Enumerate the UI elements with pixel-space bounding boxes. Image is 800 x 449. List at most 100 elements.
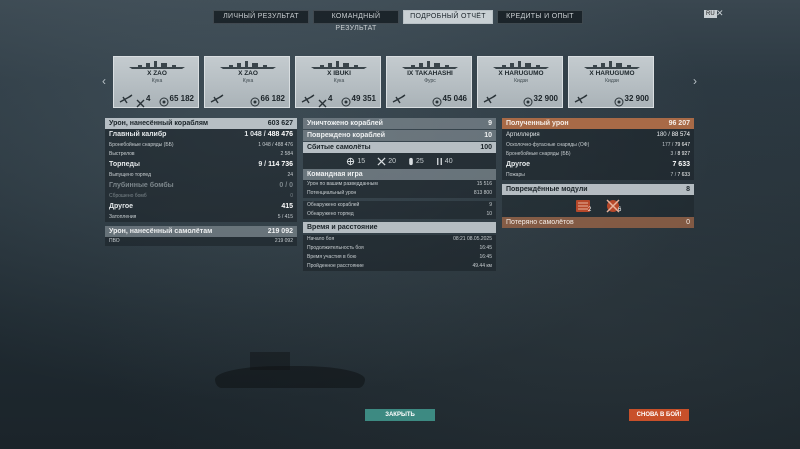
- ship-card[interactable]: X IBUKI Кука 4 49 351: [295, 56, 381, 108]
- r-ap-shells-label: Бронебойные снаряды (ББ): [506, 151, 571, 157]
- spotted-ships-label: Обнаружено кораблей: [307, 202, 360, 208]
- plane-icon: [210, 94, 224, 104]
- ship-name: IX TAKAHASHI: [407, 70, 453, 77]
- ship-silhouette-icon: [219, 60, 277, 69]
- damaged-value: 10: [484, 132, 492, 139]
- battle-duration-value: 16:45: [479, 245, 492, 251]
- fighter-icon: 20: [377, 156, 396, 166]
- distance-label: Пройденное расстояние: [307, 263, 364, 269]
- he-shells-row: Осколочно-фугасные снаряды (ОФ) 177 / 79 …: [502, 141, 694, 150]
- damage-icon: [250, 94, 260, 107]
- spotted-torps-value: 10: [486, 211, 492, 217]
- distance-row: Пройденное расстояние 49.44 км: [303, 262, 496, 271]
- fires-value: 7 / 7 633: [670, 172, 690, 178]
- ship-kills: 4: [328, 94, 333, 103]
- modules-header: Повреждённые модули 8: [502, 184, 694, 195]
- damage-icon: [159, 94, 169, 107]
- ship-card[interactable]: X ZAO Кука 66 182: [204, 56, 290, 108]
- spotting-damage-row: Урон по вашим разведданным 15 516: [303, 180, 496, 189]
- ships-damage-header: Урон, нанесённый кораблям 603 627: [105, 118, 297, 129]
- background-ship: [215, 366, 365, 388]
- background-ship-tower: [250, 352, 290, 370]
- damage-icon: [341, 94, 351, 107]
- ap-shells-label: Бронебойные снаряды (ББ): [109, 142, 174, 148]
- plane-icon: [301, 94, 315, 104]
- torpedoes-row: Торпеды 9 / 114 736: [105, 159, 297, 171]
- ship-damage: 66 182: [260, 94, 285, 103]
- depth-dropped-label: Сброшено бомб: [109, 193, 147, 199]
- fires-row: Пожары 7 / 7 633: [502, 171, 694, 180]
- ship-player: Кука: [151, 78, 163, 84]
- ship-name: X HARUGUMO: [498, 70, 544, 77]
- time-in-battle-label: Время участия в бою: [307, 254, 357, 260]
- tab-personal[interactable]: ЛИЧНЫЙ РЕЗУЛЬТАТ: [213, 10, 309, 24]
- tab-credits[interactable]: КРЕДИТЫ И ОПЫТ: [497, 10, 583, 24]
- fighter-count: 20: [388, 157, 396, 165]
- close-icon[interactable]: ✕: [716, 8, 724, 19]
- time-distance-label: Время и расстояние: [307, 224, 378, 231]
- flooding-label: Затопления: [109, 214, 137, 220]
- battle-start-label: Начало боя: [307, 236, 335, 242]
- torp-fired-row: Выпущено торпед 24: [105, 171, 297, 180]
- ship-name: X ZAO: [147, 70, 167, 77]
- lost-planes-value: 0: [686, 219, 690, 226]
- ap-shells-value: 1 048 / 488 476: [258, 142, 293, 148]
- ship-card[interactable]: X ZAO Кука 4 65 182: [113, 56, 199, 108]
- tab-bar: ЛИЧНЫЙ РЕЗУЛЬТАТ КОМАНДНЫЙ РЕЗУЛЬТАТ ПОД…: [213, 10, 583, 32]
- tab-team[interactable]: КОМАНДНЫЙ РЕЗУЛЬТАТ: [313, 10, 399, 32]
- plane-icon: [392, 94, 406, 104]
- battle-again-button[interactable]: СНОВА В БОЙ!: [629, 409, 689, 421]
- tab-detailed[interactable]: ПОДРОБНЫЙ ОТЧЁТ: [403, 10, 493, 24]
- main-battery-label: Главный калибр: [109, 131, 167, 138]
- damage-dealt-panel: Урон, нанесённый кораблям 603 627 Главный…: [105, 118, 297, 246]
- kills-icon: [318, 95, 327, 108]
- spotted-torps-label: Обнаружено торпед: [307, 211, 354, 217]
- ship-card[interactable]: X HARUGUMO Кидзи 32 900: [568, 56, 654, 108]
- kills-icon: [136, 95, 145, 108]
- ship-damage: 32 900: [624, 94, 649, 103]
- depth-dropped-row: Сброшено бомб 0: [105, 192, 297, 201]
- received-header: Полученный урон 96 207: [502, 118, 694, 129]
- ship-silhouette-icon: [492, 60, 550, 69]
- main-battery-row: Главный калибр 1 048 / 488 476: [105, 129, 297, 141]
- depth-label: Глубинные бомбы: [109, 182, 174, 189]
- ship-damage: 45 046: [442, 94, 467, 103]
- ship-card[interactable]: IX TAKAHASHI Фурс 45 046: [386, 56, 472, 108]
- he-shells-label: Осколочно-фугасные снаряды (ОФ): [506, 142, 590, 148]
- r-other-label: Другое: [506, 161, 531, 168]
- distance-value: 49.44 км: [472, 263, 492, 269]
- close-button[interactable]: ЗАКРЫТЬ: [365, 409, 435, 421]
- planes-damage-label: Урон, нанесённый самолётам: [109, 228, 213, 235]
- planes-down-row: Сбитые самолёты 100: [303, 142, 496, 153]
- torpedoes-dmg: 114 736: [268, 161, 293, 168]
- planes-damage-value: 219 092: [267, 228, 293, 235]
- rocket-icon: 40: [436, 157, 453, 166]
- depth-row: Глубинные бомбы 0 / 0: [105, 180, 297, 192]
- ship-silhouette-icon: [401, 60, 459, 69]
- potential-damage-value: 813 800: [473, 190, 492, 196]
- carousel-left-icon[interactable]: ‹: [102, 74, 106, 88]
- ship-card[interactable]: X HARUGUMO Кидзи 32 900: [477, 56, 563, 108]
- spotting-damage-value: 15 516: [476, 181, 492, 187]
- ship-damage: 32 900: [533, 94, 558, 103]
- r-ap-shells-row: Бронебойные снаряды (ББ) 3 / 8 927: [502, 150, 694, 159]
- battle-duration-label: Продолжительность боя: [307, 245, 364, 251]
- fires-dmg: 7 633: [677, 172, 690, 178]
- destroyed-value: 9: [488, 120, 492, 127]
- damage-icon: [432, 94, 442, 107]
- destroyed-label: Уничтожено кораблей: [307, 120, 383, 127]
- planes-down-label: Сбитые самолёты: [307, 144, 371, 151]
- damaged-label: Повреждено кораблей: [307, 132, 385, 139]
- other-row: Другое 415: [105, 201, 297, 213]
- received-value: 96 207: [668, 120, 690, 127]
- carousel-right-icon[interactable]: ›: [693, 74, 697, 88]
- destroyed-row: Уничтожено кораблей 9: [303, 118, 496, 129]
- planes-damage-header: Урон, нанесённый самолётам 219 092: [105, 226, 297, 237]
- ship-kills: 4: [146, 94, 151, 103]
- team-panel: Уничтожено кораблей 9 Повреждено кораблей…: [303, 118, 496, 271]
- ship-carousel: X ZAO Кука 4 65 182 X ZAO Кука 66 182 X IBUKI Ку…: [113, 56, 688, 108]
- he-shells-value: 177 / 79 647: [662, 142, 690, 148]
- damage-icon: [523, 94, 533, 107]
- fires-label: Пожары: [506, 172, 525, 178]
- ship-name: X IBUKI: [327, 70, 351, 77]
